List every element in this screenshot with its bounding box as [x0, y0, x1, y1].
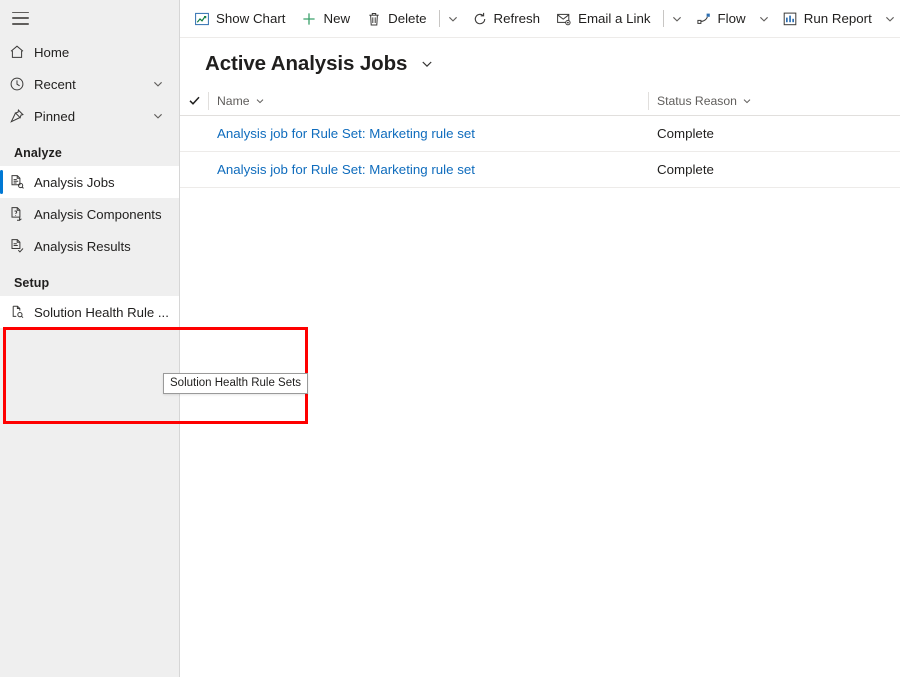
sidebar-item-label: Home	[34, 44, 70, 60]
main-content: Show Chart New Delete Refresh Email a Li…	[180, 0, 900, 677]
command-label: Run Report	[803, 11, 872, 26]
column-header-status-reason[interactable]: Status Reason	[648, 91, 893, 110]
view-selector-chevron-down-icon[interactable]	[420, 57, 434, 71]
refresh-icon	[472, 11, 488, 27]
analysis-jobs-icon	[0, 174, 34, 190]
command-separator	[662, 10, 664, 27]
selection-indicator	[0, 170, 3, 194]
chevron-down-icon[interactable]	[255, 96, 265, 106]
hamburger-row	[0, 0, 179, 36]
solution-health-rule-sets-tooltip: Solution Health Rule Sets	[163, 373, 309, 394]
command-label: Show Chart	[216, 11, 286, 26]
command-label: Refresh	[493, 11, 541, 26]
command-label: New	[323, 11, 351, 26]
sidebar-item-label: Solution Health Rule ...	[34, 304, 169, 320]
table-row[interactable]: Analysis job for Rule Set: Marketing rul…	[180, 152, 900, 188]
email-a-link-button[interactable]: Email a Link	[548, 4, 658, 34]
analysis-results-icon	[0, 238, 34, 254]
cell-name[interactable]: Analysis job for Rule Set: Marketing rul…	[208, 126, 648, 141]
cell-status-reason: Complete	[657, 162, 714, 177]
command-separator	[438, 10, 440, 27]
hamburger-menu-icon[interactable]	[12, 11, 29, 25]
sidebar-item-home[interactable]: Home	[0, 36, 179, 68]
sidebar-item-label: Pinned	[34, 108, 76, 124]
cell-status-reason: Complete	[657, 126, 714, 141]
page-title: Active Analysis Jobs	[205, 52, 408, 75]
email-overflow-caret[interactable]	[667, 4, 687, 34]
solution-health-rule-sets-icon	[0, 304, 34, 320]
delete-overflow-caret[interactable]	[443, 4, 463, 34]
clock-icon	[0, 76, 34, 92]
analysis-components-icon	[0, 206, 34, 222]
refresh-button[interactable]: Refresh	[464, 4, 549, 34]
sidebar-item-solution-health-rule-sets[interactable]: Solution Health Rule ...	[0, 296, 179, 328]
column-header-label: Name	[217, 93, 250, 108]
column-header-name[interactable]: Name	[208, 91, 648, 110]
flow-button[interactable]: Flow	[688, 4, 754, 34]
sidebar-item-label: Analysis Components	[34, 206, 162, 222]
sidebar-item-label: Analysis Results	[34, 238, 131, 254]
sidebar-item-label: Recent	[34, 76, 76, 92]
view-header: Active Analysis Jobs	[180, 38, 900, 86]
flow-options-caret[interactable]	[754, 4, 774, 34]
app-root: Home Recent Pinned Analyze Analysis Jobs…	[0, 0, 900, 677]
command-label: Delete	[388, 11, 427, 26]
email-link-icon	[556, 11, 572, 27]
column-header-label: Status Reason	[657, 93, 737, 108]
sidebar-item-label: Analysis Jobs	[34, 174, 115, 190]
grid-header-row: Name Status Reason	[180, 86, 900, 116]
home-icon	[0, 44, 34, 60]
table-row[interactable]: Analysis job for Rule Set: Marketing rul…	[180, 116, 900, 152]
chevron-down-icon[interactable]	[147, 110, 169, 122]
select-all-checkbox[interactable]	[180, 94, 208, 107]
trash-icon	[366, 11, 382, 27]
sidebar-item-analysis-jobs[interactable]: Analysis Jobs	[0, 166, 179, 198]
sidebar-item-analysis-results[interactable]: Analysis Results	[0, 230, 179, 262]
delete-button[interactable]: Delete	[358, 4, 434, 34]
pin-icon	[0, 108, 34, 124]
sidebar-group-title-setup: Setup	[14, 276, 50, 290]
new-button[interactable]: New	[293, 4, 358, 34]
command-bar: Show Chart New Delete Refresh Email a Li…	[180, 0, 900, 38]
plus-icon	[301, 11, 317, 27]
show-chart-button[interactable]: Show Chart	[186, 4, 293, 34]
run-report-options-caret[interactable]	[880, 4, 900, 34]
sidebar-item-analysis-components[interactable]: Analysis Components	[0, 198, 179, 230]
run-report-button[interactable]: Run Report	[774, 4, 880, 34]
sidebar-group-title-analyze: Analyze	[14, 146, 62, 160]
command-label: Email a Link	[578, 11, 651, 26]
flow-icon	[696, 11, 712, 27]
show-chart-icon	[194, 11, 210, 27]
command-label: Flow	[717, 11, 746, 26]
sidebar-item-recent[interactable]: Recent	[0, 68, 179, 100]
sidebar-item-pinned[interactable]: Pinned	[0, 100, 179, 132]
cell-name[interactable]: Analysis job for Rule Set: Marketing rul…	[208, 162, 648, 177]
chevron-down-icon[interactable]	[147, 78, 169, 90]
run-report-icon	[782, 11, 798, 27]
chevron-down-icon[interactable]	[742, 96, 752, 106]
sidebar: Home Recent Pinned Analyze Analysis Jobs…	[0, 0, 308, 677]
